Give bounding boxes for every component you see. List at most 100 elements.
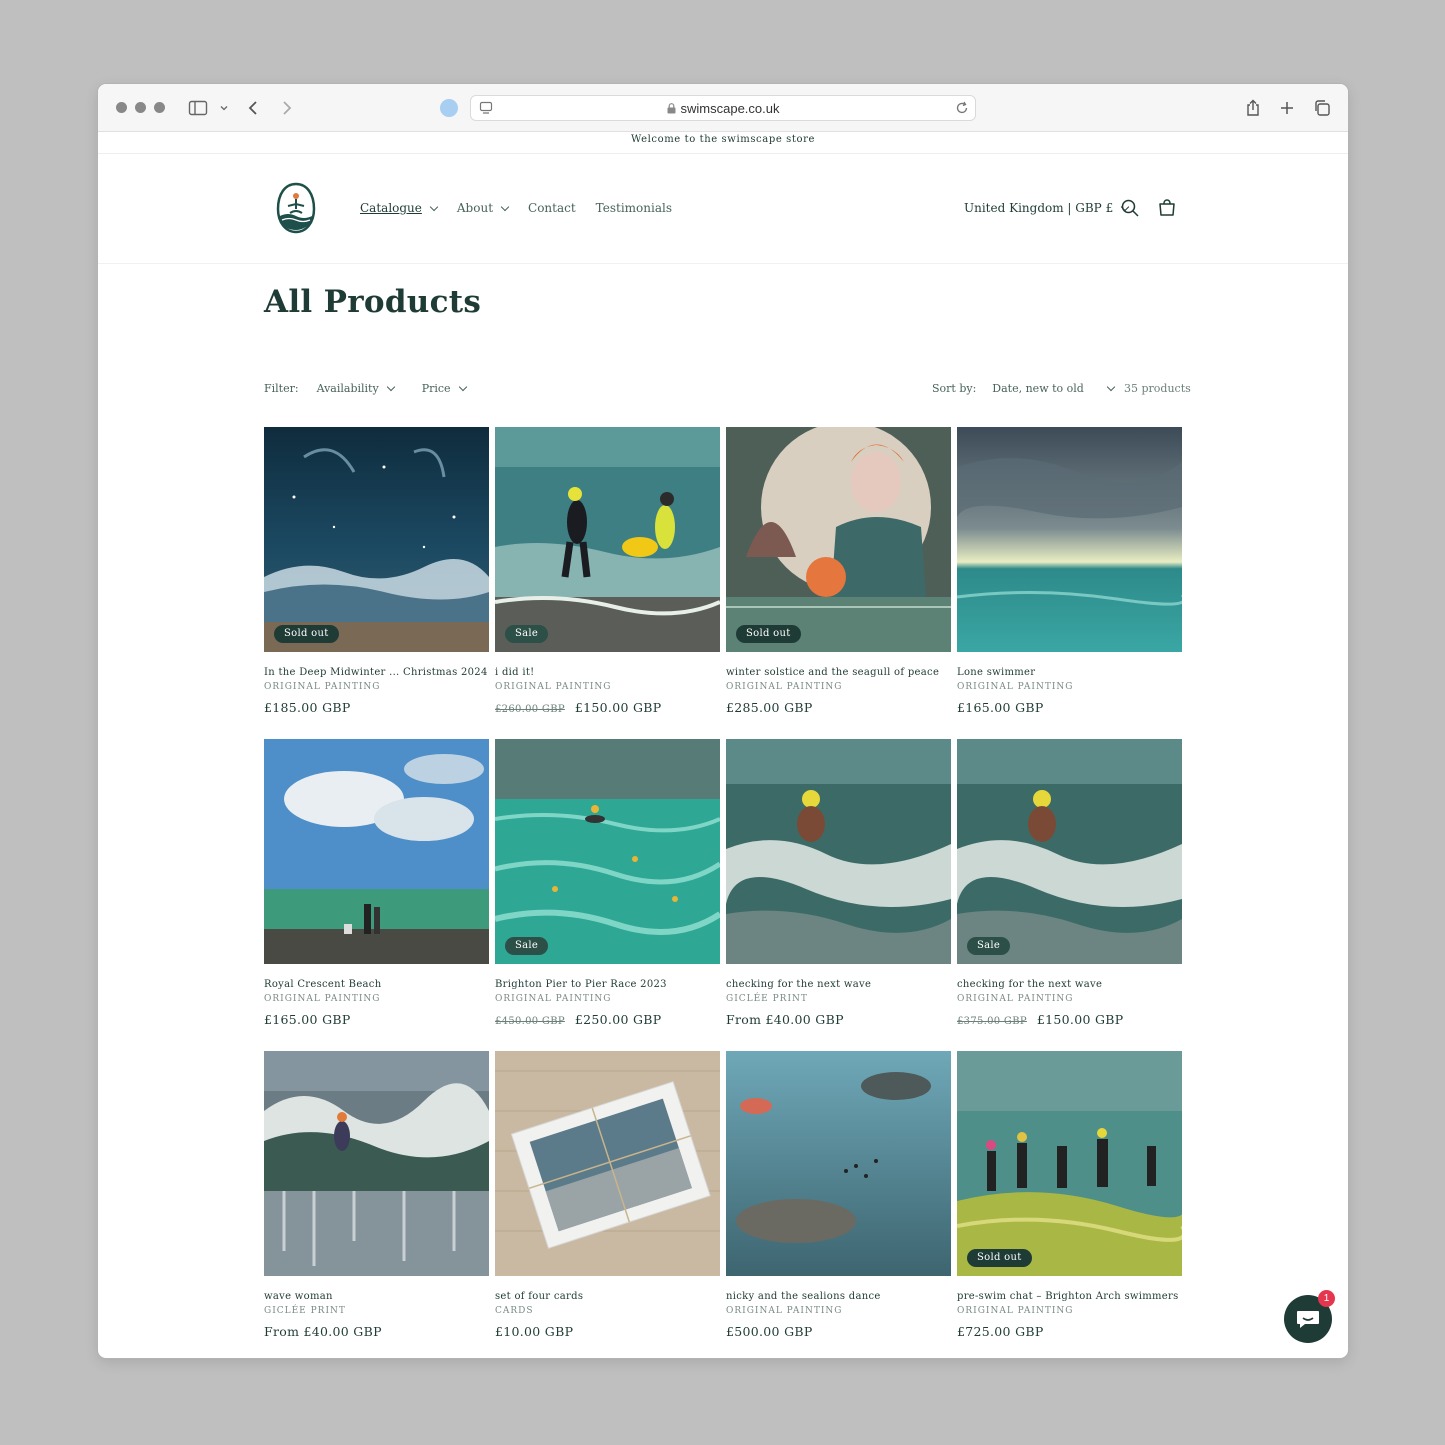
product-title[interactable]: wave woman — [264, 1291, 489, 1302]
search-icon[interactable] — [1119, 197, 1141, 219]
product-title[interactable]: nicky and the sealions dance — [726, 1291, 951, 1302]
product-image[interactable] — [495, 1051, 720, 1276]
product-card[interactable]: Royal Crescent Beach ORIGINAL PAINTING £… — [264, 739, 489, 1027]
product-image[interactable] — [264, 1051, 489, 1276]
back-icon[interactable] — [242, 96, 266, 120]
nav-about[interactable]: About — [457, 201, 510, 215]
sort-value: Date, new to old — [992, 382, 1084, 395]
share-icon[interactable] — [1241, 96, 1265, 120]
sale-price: £185.00 GBP — [264, 700, 351, 715]
product-image[interactable] — [957, 427, 1182, 652]
extension-icon[interactable] — [440, 99, 458, 117]
product-card[interactable]: checking for the next wave GICLÉE PRINT … — [726, 739, 951, 1027]
product-title[interactable]: i did it! — [495, 667, 720, 678]
product-image[interactable]: Sold out — [957, 1051, 1182, 1276]
product-title[interactable]: Royal Crescent Beach — [264, 979, 489, 990]
product-card[interactable]: Lone swimmer ORIGINAL PAINTING £165.00 G… — [957, 427, 1182, 715]
site-header: Catalogue About Contact Testimonials Uni… — [98, 154, 1348, 264]
chat-unread-badge: 1 — [1318, 1290, 1335, 1307]
country-currency-selector[interactable]: United Kingdom | GBP £ — [964, 201, 1130, 215]
chat-bubble-icon — [1297, 1311, 1319, 1328]
product-title[interactable]: checking for the next wave — [726, 979, 951, 990]
product-card[interactable]: wave woman GICLÉE PRINT From £40.00 GBP — [264, 1051, 489, 1339]
sort-label: Sort by: — [932, 382, 977, 395]
reload-icon[interactable] — [955, 101, 969, 120]
product-title[interactable]: Lone swimmer — [957, 667, 1182, 678]
product-title[interactable]: In the Deep Midwinter ... Christmas 2024 — [264, 667, 489, 678]
filter-availability[interactable]: Availability — [317, 382, 395, 395]
sale-price: £10.00 GBP — [495, 1324, 574, 1339]
status-badge: Sold out — [274, 625, 339, 643]
product-image[interactable] — [726, 739, 951, 964]
product-image[interactable]: Sale — [495, 427, 720, 652]
chevron-down-icon — [1106, 382, 1116, 392]
address-bar[interactable]: swimscape.co.uk — [470, 95, 976, 121]
sale-price: £150.00 GBP — [574, 700, 662, 715]
chevron-down-icon — [500, 202, 510, 211]
filter-price[interactable]: Price — [422, 382, 467, 395]
product-price: £165.00 GBP — [957, 700, 1182, 715]
product-image[interactable]: Sale — [495, 739, 720, 964]
close-window-button[interactable] — [116, 102, 127, 113]
product-vendor: ORIGINAL PAINTING — [264, 682, 381, 692]
sale-price: £250.00 GBP — [574, 1012, 662, 1027]
product-vendor: GICLÉE PRINT — [726, 994, 808, 1004]
product-card[interactable]: Sale i did it! ORIGINAL PAINTING £260.00… — [495, 427, 720, 715]
minimize-window-button[interactable] — [135, 102, 146, 113]
product-card[interactable]: Sold out In the Deep Midwinter ... Chris… — [264, 427, 489, 715]
product-price: £185.00 GBP — [264, 700, 489, 715]
product-vendor: ORIGINAL PAINTING — [726, 1306, 843, 1316]
filter-label: Filter: — [264, 382, 299, 395]
forward-icon[interactable] — [274, 96, 298, 120]
product-vendor: CARDS — [495, 1306, 534, 1316]
product-card[interactable]: Sale checking for the next wave ORIGINAL… — [957, 739, 1182, 1027]
new-tab-icon[interactable] — [1275, 96, 1299, 120]
product-title[interactable]: winter solstice and the seagull of peace — [726, 667, 951, 678]
product-title[interactable]: set of four cards — [495, 1291, 720, 1302]
url-text: swimscape.co.uk — [471, 101, 975, 117]
sale-price: £150.00 GBP — [1036, 1012, 1124, 1027]
filter-bar: Filter: Availability Price — [264, 382, 467, 395]
nav-testimonials[interactable]: Testimonials — [596, 201, 672, 215]
zoom-window-button[interactable] — [154, 102, 165, 113]
product-vendor: ORIGINAL PAINTING — [957, 682, 1074, 692]
product-title[interactable]: Brighton Pier to Pier Race 2023 — [495, 979, 720, 990]
country-currency-label: United Kingdom | GBP £ — [964, 201, 1114, 215]
product-title[interactable]: pre-swim chat – Brighton Arch swimmers — [957, 1291, 1182, 1302]
product-image[interactable]: Sold out — [726, 427, 951, 652]
url-label: swimscape.co.uk — [680, 101, 780, 116]
sort-bar: Sort by: Date, new to old — [932, 382, 1116, 395]
product-vendor: GICLÉE PRINT — [264, 1306, 346, 1316]
product-image[interactable] — [264, 739, 489, 964]
product-card[interactable]: nicky and the sealions dance ORIGINAL PA… — [726, 1051, 951, 1339]
product-card[interactable]: Sold out pre-swim chat – Brighton Arch s… — [957, 1051, 1182, 1339]
sort-select[interactable]: Date, new to old — [992, 382, 1116, 395]
status-badge: Sale — [505, 625, 549, 643]
nav-catalogue[interactable]: Catalogue — [360, 201, 439, 215]
nav-contact[interactable]: Contact — [528, 201, 576, 215]
product-price: From £40.00 GBP — [726, 1012, 951, 1027]
sidebar-toggle-icon[interactable] — [186, 96, 210, 120]
lock-icon — [667, 102, 676, 117]
product-price: £260.00 GBP £150.00 GBP — [495, 700, 720, 715]
product-image[interactable] — [726, 1051, 951, 1276]
product-card[interactable]: Sale Brighton Pier to Pier Race 2023 ORI… — [495, 739, 720, 1027]
chevron-down-icon — [429, 202, 439, 211]
product-image[interactable]: Sold out — [264, 427, 489, 652]
sale-price: £165.00 GBP — [264, 1012, 351, 1027]
cart-icon[interactable] — [1156, 197, 1178, 219]
product-vendor: ORIGINAL PAINTING — [957, 994, 1074, 1004]
product-price: £500.00 GBP — [726, 1324, 951, 1339]
product-title[interactable]: checking for the next wave — [957, 979, 1182, 990]
product-card[interactable]: Sold out winter solstice and the seagull… — [726, 427, 951, 715]
chevron-down-icon[interactable] — [212, 96, 236, 120]
nav-catalogue-label: Catalogue — [360, 201, 422, 215]
status-badge: Sold out — [967, 1249, 1032, 1267]
product-vendor: ORIGINAL PAINTING — [264, 994, 381, 1004]
tab-overview-icon[interactable] — [1310, 96, 1334, 120]
product-vendor: ORIGINAL PAINTING — [957, 1306, 1074, 1316]
swimscape-logo[interactable] — [276, 182, 316, 234]
product-card[interactable]: set of four cards CARDS £10.00 GBP — [495, 1051, 720, 1339]
product-image[interactable]: Sale — [957, 739, 1182, 964]
original-price: £450.00 GBP — [495, 1016, 565, 1027]
